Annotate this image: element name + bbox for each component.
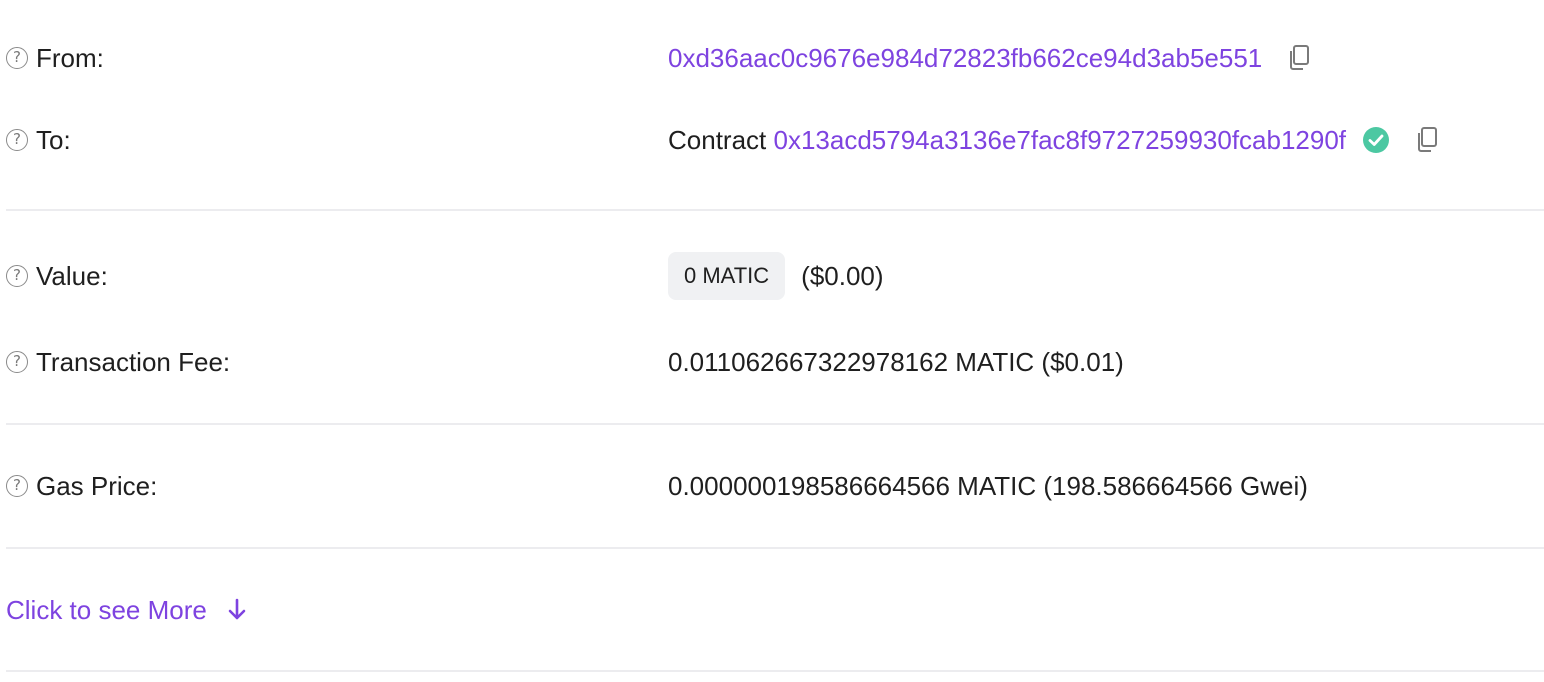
section-divider xyxy=(6,423,1544,425)
gas-value: 0.000000198586664566 MATIC (198.58666456… xyxy=(668,466,1308,506)
see-more-label: Click to see More xyxy=(6,594,207,625)
question-circle-icon[interactable]: ? xyxy=(6,265,28,287)
fee-label-group: ? Transaction Fee: xyxy=(6,342,230,382)
gas-label-group: ? Gas Price: xyxy=(6,466,157,506)
to-label: To: xyxy=(36,124,71,155)
check-circle-icon xyxy=(1363,127,1390,153)
gas-text: 0.000000198586664566 MATIC (198.58666456… xyxy=(668,470,1308,501)
from-address-link[interactable]: 0xd36aac0c9676e984d72823fb662ce94d3ab5e5… xyxy=(668,43,1262,74)
copy-icon[interactable] xyxy=(1286,44,1312,72)
question-circle-icon[interactable]: ? xyxy=(6,351,28,373)
section-divider xyxy=(6,547,1544,549)
copy-icon[interactable] xyxy=(1414,126,1440,154)
from-label-group: ? From: xyxy=(6,38,104,78)
question-circle-icon[interactable]: ? xyxy=(6,129,28,151)
fee-label: Transaction Fee: xyxy=(36,346,231,377)
question-circle-icon[interactable]: ? xyxy=(6,475,28,497)
value-label: Value: xyxy=(36,260,108,291)
section-divider xyxy=(6,670,1544,672)
to-address-link[interactable]: 0x13acd5794a3136e7fac8f9727259930fcab129… xyxy=(774,125,1347,156)
fee-value: 0.011062667322978162 MATIC ($0.01) xyxy=(668,342,1124,382)
from-value: 0xd36aac0c9676e984d72823fb662ce94d3ab5e5… xyxy=(668,38,1312,78)
from-row: ? From: 0xd36aac0c9676e984d72823fb662ce9… xyxy=(0,38,1544,78)
see-more-link[interactable]: Click to see More xyxy=(6,590,249,630)
question-circle-icon[interactable]: ? xyxy=(6,47,28,69)
fee-row: ? Transaction Fee: 0.011062667322978162 … xyxy=(0,342,1544,382)
value-usd: ($0.00) xyxy=(801,260,884,291)
value-amount-badge: 0 MATIC xyxy=(668,252,786,300)
value-label-group: ? Value: xyxy=(6,256,108,296)
value-row: ? Value: 0 MATIC ($0.00) xyxy=(0,252,1544,300)
to-value: Contract 0x13acd5794a3136e7fac8f97272599… xyxy=(668,120,1440,160)
section-divider xyxy=(6,209,1544,211)
to-label-group: ? To: xyxy=(6,120,71,160)
gas-label: Gas Price: xyxy=(36,470,158,501)
fee-text: 0.011062667322978162 MATIC ($0.01) xyxy=(668,346,1124,377)
gas-row: ? Gas Price: 0.000000198586664566 MATIC … xyxy=(0,466,1544,506)
to-row: ? To: Contract 0x13acd5794a3136e7fac8f97… xyxy=(0,120,1544,160)
value-value: 0 MATIC ($0.00) xyxy=(668,252,884,300)
to-contract-prefix: Contract xyxy=(668,124,767,155)
arrow-down-icon xyxy=(228,598,246,620)
from-label: From: xyxy=(36,42,104,73)
